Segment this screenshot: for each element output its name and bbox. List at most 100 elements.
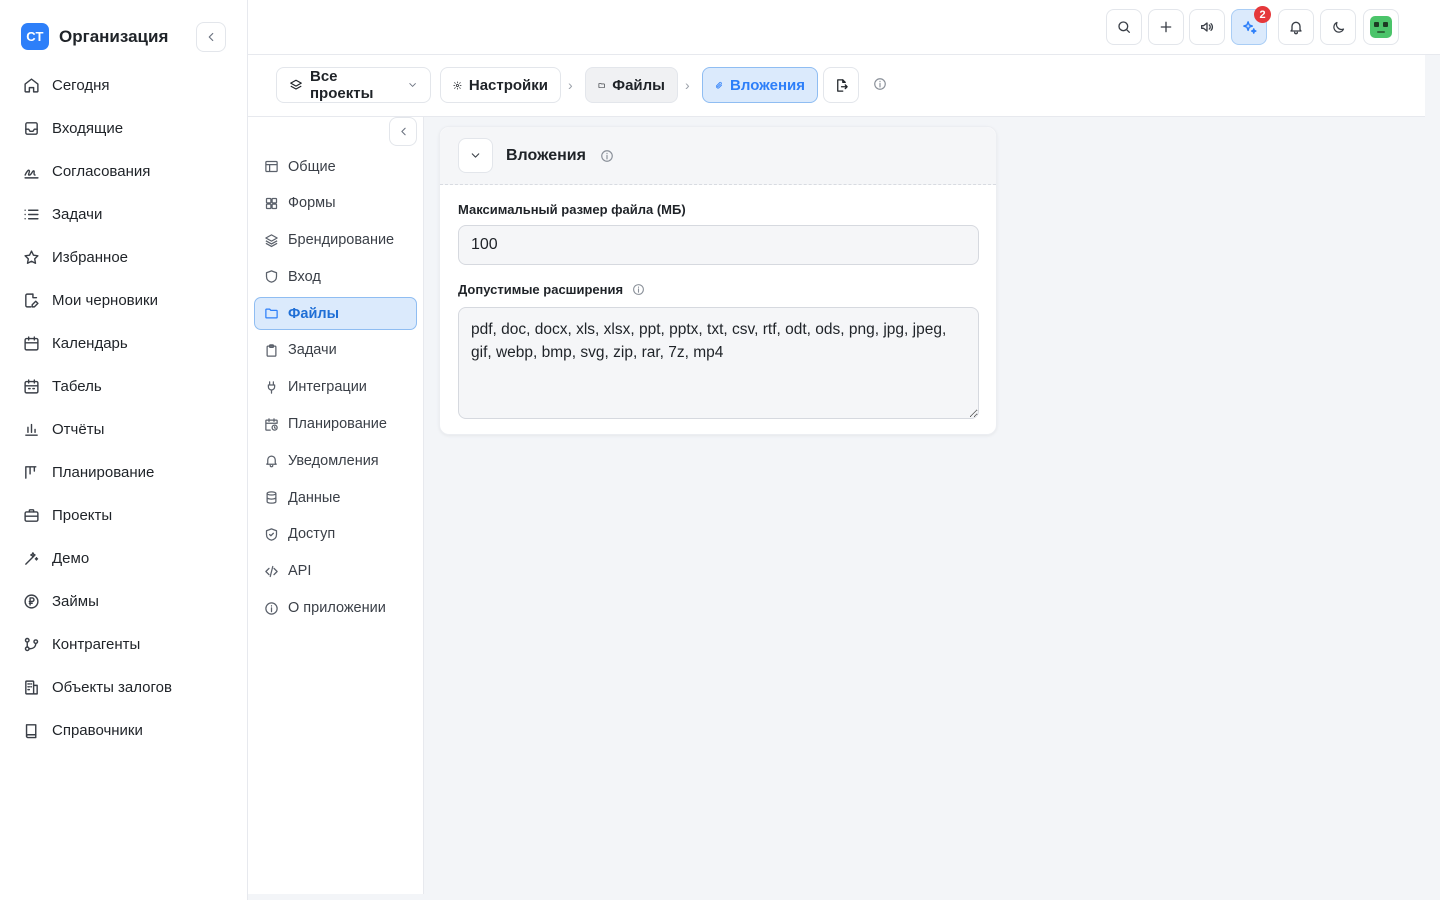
info-icon[interactable]: [873, 77, 887, 91]
collapse-sidebar-button[interactable]: [196, 22, 226, 52]
paperclip-icon: [716, 81, 723, 89]
announcements-button[interactable]: [1189, 9, 1225, 45]
ai-assistant-button[interactable]: 2: [1231, 6, 1271, 45]
nav-item-label: Справочники: [52, 722, 143, 739]
nav-item-collateral[interactable]: Объекты залогов: [0, 666, 247, 709]
settings-item-files[interactable]: Файлы: [254, 297, 417, 331]
settings-item-label: Формы: [288, 195, 336, 212]
card-title: Вложения: [506, 146, 586, 164]
kanban-icon: [25, 466, 37, 479]
nav-item-timesheet[interactable]: Табель: [0, 365, 247, 408]
crumb-attachments[interactable]: Вложения: [702, 67, 818, 103]
timesheet-icon: [24, 379, 39, 394]
nav-item-label: Займы: [52, 593, 99, 610]
settings-item-label: Общие: [288, 158, 336, 175]
settings-item-general[interactable]: Общие: [254, 150, 417, 183]
nav-item-label: Календарь: [52, 335, 128, 352]
settings-item-planning[interactable]: Планирование: [254, 408, 417, 441]
settings-item-label: Уведомления: [288, 452, 379, 469]
inbox-icon: [25, 122, 38, 135]
nav-item-reference[interactable]: Справочники: [0, 709, 247, 752]
crumb-all-projects[interactable]: Все проекты: [276, 67, 431, 103]
settings-item-integrations[interactable]: Интеграции: [254, 371, 417, 404]
bell-icon: [1290, 21, 1302, 35]
chevron-down-icon: [409, 83, 416, 88]
nav-item-projects[interactable]: Проекты: [0, 494, 247, 537]
book-icon: [25, 724, 37, 739]
briefcase-icon: [24, 509, 39, 522]
nav-item-loans[interactable]: Займы: [0, 580, 247, 623]
top-bar: 2: [248, 0, 1440, 55]
max-size-input[interactable]: [458, 225, 979, 265]
star-icon: [24, 250, 39, 265]
nav-item-favorites[interactable]: Избранное: [0, 236, 247, 279]
collapse-card-button[interactable]: [458, 138, 493, 173]
nav-item-calendar[interactable]: Календарь: [0, 322, 247, 365]
home-icon: [24, 78, 39, 93]
network-icon: [24, 637, 39, 652]
clipboard-icon: [266, 344, 277, 357]
settings-item-about[interactable]: О приложении: [254, 592, 417, 625]
code-icon: [265, 565, 278, 577]
main-sidebar: СТ Организация Сегодня Входящие Согласов…: [0, 0, 248, 900]
nav-item-tasks[interactable]: Задачи: [0, 193, 247, 236]
plug-icon: [267, 381, 276, 394]
chevron-right-icon: ›: [685, 77, 690, 93]
breadcrumb: Все проекты Настройки › Файлы › Вложения: [248, 55, 1425, 117]
crumb-files[interactable]: Файлы: [585, 67, 678, 103]
nav-item-reports[interactable]: Отчёты: [0, 408, 247, 451]
info-icon[interactable]: [600, 149, 614, 163]
settings-item-api[interactable]: API: [254, 555, 417, 588]
nav-item-label: Объекты залогов: [52, 679, 172, 696]
card-header: Вложения: [440, 127, 996, 185]
settings-sidebar: Общие Формы Брендирование Вход Файлы Зад…: [248, 117, 424, 894]
crumb-label: Все проекты: [310, 68, 374, 102]
settings-nav: Общие Формы Брендирование Вход Файлы Зад…: [254, 150, 417, 628]
nav-item-approvals[interactable]: Согласования: [0, 150, 247, 193]
extensions-textarea[interactable]: pdf, doc, docx, xls, xlsx, ppt, pptx, tx…: [458, 307, 979, 419]
settings-item-notifications[interactable]: Уведомления: [254, 444, 417, 477]
ruble-icon: [24, 594, 39, 609]
folder-icon: [265, 308, 278, 319]
user-avatar[interactable]: [1363, 9, 1399, 45]
layout-icon: [265, 160, 278, 173]
calendar-clock-icon: [265, 417, 278, 431]
export-button[interactable]: [823, 67, 859, 103]
list-icon: [24, 209, 39, 220]
settings-item-label: Доступ: [288, 526, 336, 543]
settings-item-tasks[interactable]: Задачи: [254, 334, 417, 367]
layers-icon: [290, 79, 302, 90]
notifications-button[interactable]: [1278, 9, 1314, 45]
file-export-icon: [836, 78, 848, 92]
search-button[interactable]: [1106, 9, 1142, 45]
chevron-left-icon: [400, 127, 406, 136]
info-icon[interactable]: [632, 283, 645, 296]
wand-icon: [25, 552, 39, 565]
gear-icon: [453, 80, 462, 90]
nav-item-inbox[interactable]: Входящие: [0, 107, 247, 150]
crumb-settings[interactable]: Настройки: [440, 67, 561, 103]
nav-item-demo[interactable]: Демо: [0, 537, 247, 580]
settings-item-data[interactable]: Данные: [254, 481, 417, 514]
nav-item-today[interactable]: Сегодня: [0, 64, 247, 107]
max-size-label: Максимальный размер файла (МБ): [458, 202, 686, 217]
brand[interactable]: СТ Организация: [21, 23, 168, 50]
settings-item-login[interactable]: Вход: [254, 260, 417, 293]
chevron-left-icon: [208, 32, 214, 42]
folder-icon: [598, 82, 605, 88]
moon-icon: [1332, 21, 1344, 33]
nav-item-counterparties[interactable]: Контрагенты: [0, 623, 247, 666]
settings-item-access[interactable]: Доступ: [254, 518, 417, 551]
settings-item-branding[interactable]: Брендирование: [254, 224, 417, 257]
shield-check-icon: [265, 528, 278, 541]
nav-item-label: Планирование: [52, 464, 155, 481]
theme-toggle-button[interactable]: [1320, 9, 1356, 45]
nav-item-label: Мои черновики: [52, 292, 158, 309]
create-button[interactable]: [1148, 9, 1184, 45]
plus-icon: [1160, 21, 1172, 33]
nav-item-drafts[interactable]: Мои черновики: [0, 279, 247, 322]
avatar-image: [1370, 16, 1392, 38]
nav-item-planning[interactable]: Планирование: [0, 451, 247, 494]
settings-item-forms[interactable]: Формы: [254, 187, 417, 220]
collapse-settings-sidebar-button[interactable]: [389, 117, 417, 146]
